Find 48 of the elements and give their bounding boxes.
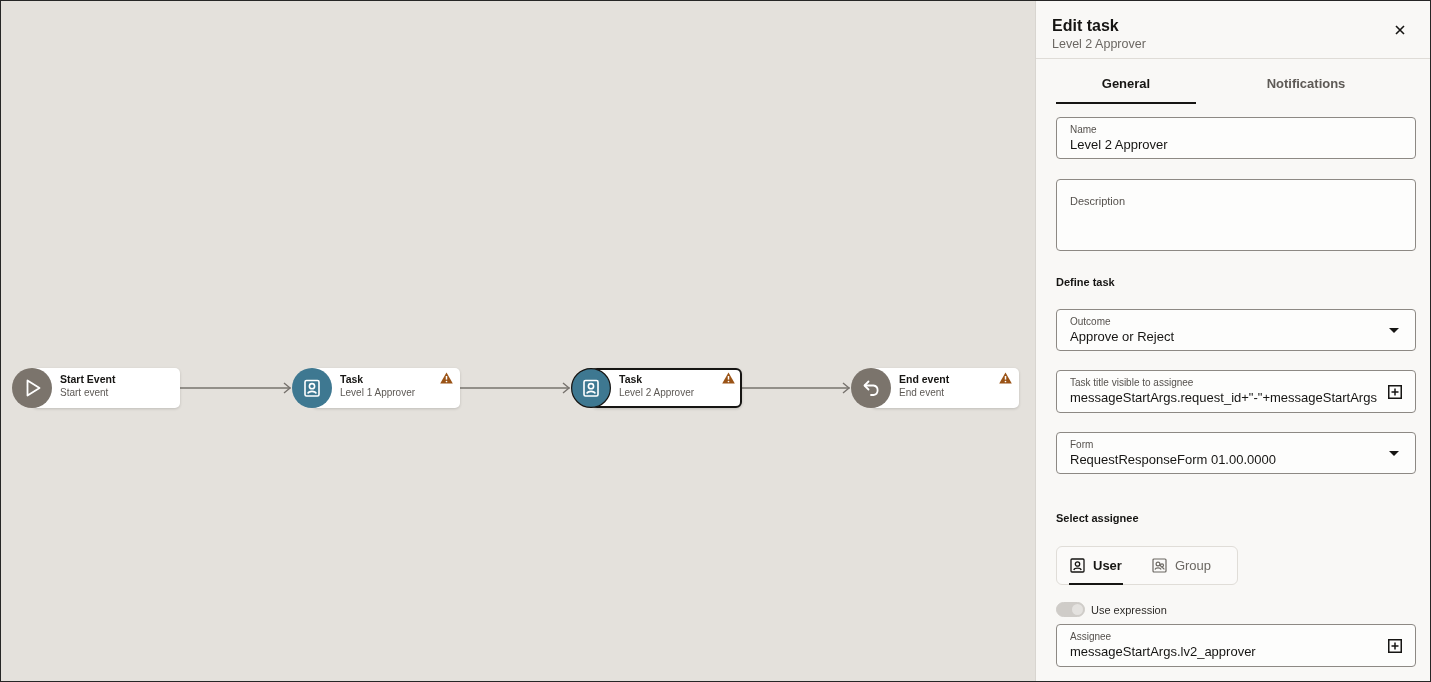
node-title: Task	[340, 372, 364, 386]
field-value: RequestResponseForm 01.00.0000	[1070, 450, 1276, 468]
segment-tab[interactable]: Group	[1150, 547, 1213, 585]
section-heading: Define task	[1056, 276, 1115, 289]
textarea-field[interactable]: Description	[1056, 179, 1416, 251]
tab[interactable]: General	[1056, 66, 1196, 104]
flow-node[interactable]: Start Event Start event	[12, 368, 180, 408]
close-icon[interactable]	[1395, 25, 1405, 35]
field-label: Name	[1070, 123, 1097, 136]
field-value: Level 2 Approver	[1070, 135, 1168, 153]
field-label: Outcome	[1070, 315, 1111, 328]
field-value: messageStartArgs.request_id+"-"+messageStartArgs	[1070, 389, 1377, 406]
flow-node[interactable]: End event End event	[851, 368, 1019, 408]
node-subtitle: Level 2 Approver	[619, 386, 695, 400]
dropdown-field[interactable]: Form RequestResponseForm 01.00.0000	[1056, 432, 1416, 474]
text-field[interactable]: Name Level 2 Approver	[1056, 117, 1416, 159]
toggle-label: Use expression	[1091, 602, 1167, 617]
caret-down-icon[interactable]	[1389, 327, 1399, 333]
person-badge-icon	[571, 368, 611, 408]
field-label: Assignee	[1070, 631, 1112, 643]
field-label: Form	[1070, 438, 1094, 451]
plus-square-icon[interactable]	[1388, 384, 1402, 399]
flow-node[interactable]: Task Level 2 Approver	[571, 368, 742, 408]
node-title: Task	[619, 372, 643, 386]
tab[interactable]: Notifications	[1236, 66, 1376, 104]
play-icon	[12, 368, 52, 408]
person-badge-icon	[292, 368, 332, 408]
field-value: messageStartArgs.lv2_approver	[1070, 643, 1256, 660]
person-square-icon	[1070, 557, 1085, 573]
expression-field[interactable]: Task title visible to assignee messageStartArgs.request_id+"-"+messageStartArgs	[1056, 370, 1416, 413]
node-title: End event	[899, 372, 950, 386]
panel-subtitle: Level 2 Approver	[1052, 36, 1146, 53]
field-label: Description	[1070, 194, 1126, 208]
node-title: Start Event	[60, 372, 116, 386]
dropdown-field[interactable]: Outcome Approve or Reject	[1056, 309, 1416, 351]
caret-down-icon[interactable]	[1389, 450, 1399, 456]
section-heading: Select assignee	[1056, 512, 1139, 525]
node-subtitle: Level 1 Approver	[340, 386, 416, 400]
field-label: Task title visible to assignee	[1070, 377, 1194, 389]
panel-title: Edit task	[1052, 16, 1119, 35]
field-value: Approve or Reject	[1070, 327, 1175, 345]
flow-node[interactable]: Task Level 1 Approver	[292, 368, 460, 408]
plus-square-icon[interactable]	[1388, 638, 1402, 653]
people-square-icon	[1151, 557, 1167, 573]
expression-field[interactable]: Assignee messageStartArgs.lv2_approver	[1056, 624, 1416, 667]
segment-tab[interactable]: User	[1069, 547, 1123, 585]
node-subtitle: Start event	[60, 386, 109, 400]
node-subtitle: End event	[899, 386, 945, 400]
